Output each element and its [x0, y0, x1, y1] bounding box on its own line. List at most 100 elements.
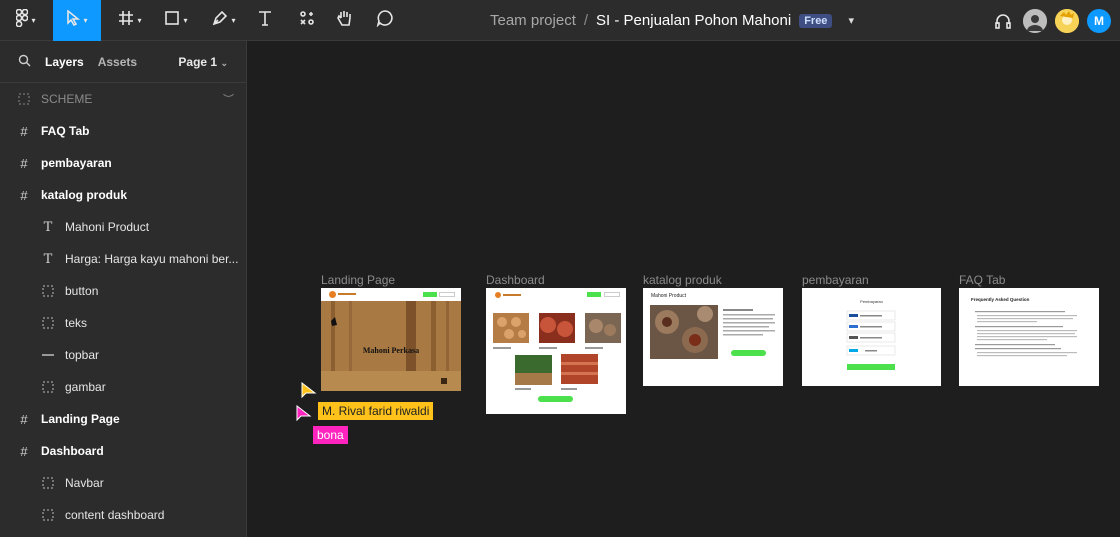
text-icon: [257, 10, 273, 31]
frame-label-landing-page[interactable]: Landing Page: [321, 273, 395, 287]
figma-logo-icon: [16, 8, 29, 32]
pointer-icon: [66, 9, 81, 31]
text-tool-button[interactable]: [252, 0, 278, 41]
shape-tool-button[interactable]: ▾: [158, 0, 194, 41]
avatar[interactable]: [1055, 8, 1079, 33]
layer-label: content dashboard: [65, 508, 165, 522]
frame-hash-icon: #: [20, 123, 28, 139]
hidden-eye-icon[interactable]: ︶: [223, 91, 234, 107]
pen-tool-button[interactable]: ▾: [206, 0, 242, 41]
page-selector[interactable]: Page 1 ⌄: [178, 55, 228, 69]
project-name-link[interactable]: Team project: [490, 12, 576, 29]
frame-pembayaran[interactable]: Pembayaran: [802, 288, 941, 386]
layer-label: topbar: [65, 348, 100, 362]
payment-options: [846, 310, 896, 370]
frame-label-faq-tab[interactable]: FAQ Tab: [959, 273, 1005, 287]
layer-item-faq-tab[interactable]: # FAQ Tab: [0, 115, 246, 147]
chevron-down-icon[interactable]: ▾: [848, 14, 854, 27]
layer-item-katalog-produk[interactable]: # katalog produk: [0, 179, 246, 211]
frame-label-pembayaran[interactable]: pembayaran: [802, 273, 869, 287]
layer-item-landing-page[interactable]: # Landing Page: [0, 403, 246, 435]
layer-item-teks[interactable]: teks: [0, 307, 246, 339]
pen-icon: [212, 10, 228, 31]
line-icon: [41, 348, 55, 362]
file-name[interactable]: SI - Penjualan Pohon Mahoni: [596, 12, 791, 29]
layer-item-harga[interactable]: T Harga: Harga kayu mahoni ber...: [0, 243, 246, 275]
collaborator-area: M: [991, 0, 1120, 41]
plan-badge: Free: [799, 13, 833, 28]
dashed-frame-icon: [41, 316, 55, 330]
layers-sidebar: Layers Assets Page 1 ⌄ SCHEME ︶ # FAQ Ta…: [0, 41, 247, 537]
layer-item-pembayaran[interactable]: # pembayaran: [0, 147, 246, 179]
layer-item-gambar[interactable]: gambar: [0, 371, 246, 403]
frame-tool-button[interactable]: ▾: [112, 0, 148, 41]
dashed-frame-icon: [41, 476, 55, 490]
layer-item-button[interactable]: button: [0, 275, 246, 307]
frame-landing-page[interactable]: Mahoni Perkasa: [321, 288, 461, 391]
chevron-down-icon: ⌄: [220, 57, 228, 68]
frame-hash-icon: #: [20, 187, 28, 203]
layer-item-topbar[interactable]: topbar: [0, 339, 246, 371]
resources-tool-button[interactable]: [294, 0, 320, 41]
chevron-down-icon: ▾: [231, 16, 236, 25]
tab-layers[interactable]: Layers: [45, 55, 84, 69]
dashed-frame-icon: [41, 284, 55, 298]
dashed-frame-icon: [41, 508, 55, 522]
layer-label: SCHEME: [41, 92, 93, 106]
layer-label: Landing Page: [41, 412, 120, 426]
layer-item-content-dashboard[interactable]: content dashboard: [0, 499, 246, 531]
layer-label: Mahoni Product: [65, 220, 150, 234]
frame-faq-tab[interactable]: Frequently Asked Question: [959, 288, 1099, 386]
headphones-icon[interactable]: [991, 12, 1015, 30]
frame-dashboard[interactable]: [486, 288, 626, 414]
text-icon: T: [43, 251, 53, 267]
text-icon: T: [43, 219, 53, 235]
dashed-frame-icon: [41, 380, 55, 394]
avatar[interactable]: [1023, 8, 1047, 33]
layer-label: gambar: [65, 380, 106, 394]
chevron-down-icon: ▾: [83, 16, 88, 25]
breadcrumb-separator: /: [583, 12, 589, 29]
katalog-content: [650, 305, 775, 359]
tab-assets[interactable]: Assets: [98, 55, 137, 69]
frame-hash-icon: #: [20, 411, 28, 427]
avatar[interactable]: M: [1087, 8, 1111, 33]
layer-label: teks: [65, 316, 88, 330]
rectangle-icon: [164, 10, 180, 31]
faq-text-lines: [975, 311, 1077, 357]
frame-label-dashboard[interactable]: Dashboard: [486, 273, 545, 287]
comment-tool-button[interactable]: [372, 0, 398, 41]
cursor-label: bona: [313, 426, 348, 444]
hand-tool-button[interactable]: [332, 0, 358, 41]
dashed-frame-icon: [17, 92, 31, 106]
chevron-down-icon: ▾: [137, 16, 142, 25]
layers-panel-header: Layers Assets Page 1 ⌄: [0, 41, 246, 83]
layer-item-navbar[interactable]: Navbar: [0, 467, 246, 499]
logo-wordmark: [338, 293, 356, 295]
move-tool-button[interactable]: ▾: [53, 0, 101, 41]
chevron-down-icon: ▾: [31, 16, 36, 25]
frame-label-katalog-produk[interactable]: katalog produk: [643, 273, 722, 287]
cursor-pointer-icon: [301, 381, 317, 405]
landing-navbar: [321, 288, 461, 301]
resources-icon: [299, 10, 315, 31]
cursor-pointer-icon: [296, 404, 312, 428]
hand-icon: [336, 9, 354, 32]
main-menu-button[interactable]: ▾: [6, 0, 46, 41]
layer-item-dashboard[interactable]: # Dashboard: [0, 435, 246, 467]
layer-item-scheme[interactable]: SCHEME ︶: [0, 83, 246, 115]
login-button: [423, 292, 437, 297]
layer-label: pembayaran: [41, 156, 112, 170]
design-canvas[interactable]: Landing Page Mahoni Perkasa Dashboard ka…: [247, 41, 1120, 537]
layer-label: FAQ Tab: [41, 124, 90, 138]
logo-icon: [329, 291, 336, 298]
cursor-label: M. Rival farid riwaldi: [318, 402, 434, 420]
register-button: [439, 292, 455, 297]
hero-title: Mahoni Perkasa: [362, 346, 420, 355]
layer-label: Dashboard: [41, 444, 104, 458]
layer-item-mahoni-product[interactable]: T Mahoni Product: [0, 211, 246, 243]
layer-label: Navbar: [65, 476, 104, 490]
search-icon[interactable]: [18, 54, 31, 70]
frame-katalog-produk[interactable]: Mahoni Product: [643, 288, 783, 386]
file-title: Team project / SI - Penjualan Pohon Maho…: [490, 0, 854, 41]
